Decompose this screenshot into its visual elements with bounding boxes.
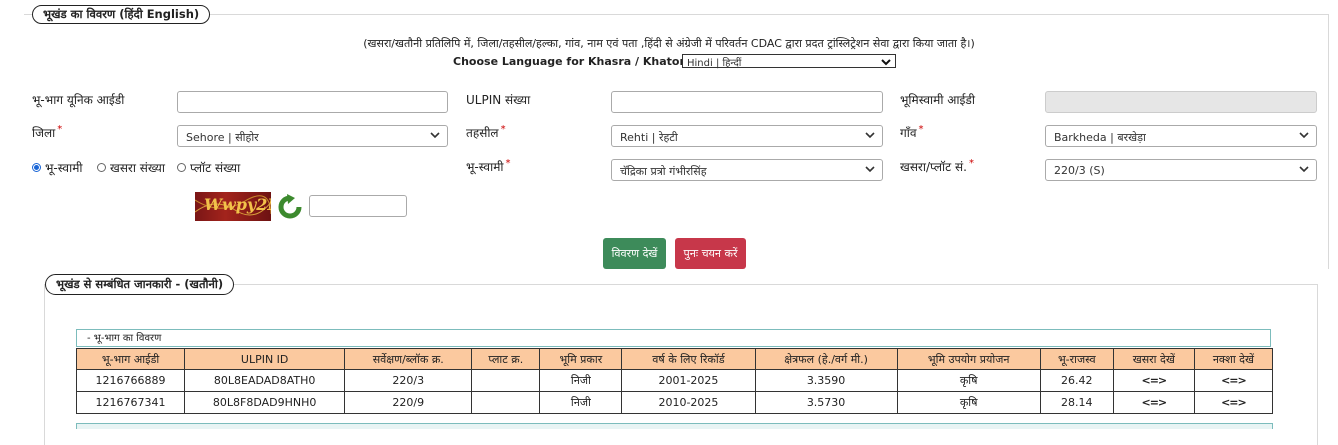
radio-dot[interactable] [32,163,41,172]
village-select[interactable]: Barkheda | बरखेड़ा [1045,125,1317,147]
cell-revenue: 28.14 [1039,391,1114,414]
cell-ulpin-id: 80L8F8DAD9HNH0 [184,391,346,414]
cell-plot-no [471,369,541,392]
cell-land-use: कृषि [896,391,1041,414]
cell-area: 3.3590 [754,369,898,392]
cell-revenue: 26.42 [1039,369,1114,392]
required-mark: * [57,124,63,135]
land-details-legend: भूखंड का विवरण (हिंदी English) [32,5,211,24]
captcha-image: Wwpy2N [195,192,271,221]
captcha-text: Wwpy2N [204,195,271,214]
cell-ulpin-id: 80L8EADAD8ATH0 [184,369,346,392]
cell-survey-no: 220/9 [344,391,473,414]
table-caption: - भू-भाग का विवरण [76,329,1271,347]
view-khasra-link[interactable]: <=> [1112,369,1195,392]
cell-record-year: 2001-2025 [621,369,756,392]
next-panel-edge [76,423,1273,429]
owner-label: भू-स्वामी * [466,158,511,174]
cell-land-id: 1216767341 [75,391,186,414]
owner-select[interactable]: चॅद्रिका प्रत्रो गंभीरसिंह [611,159,883,181]
radio-dot[interactable] [177,163,186,172]
cell-plot-no [471,391,541,414]
village-label: गाँव * [900,124,924,140]
col-land-type: भूमि प्रकार [539,348,623,370]
required-mark: * [918,124,924,135]
col-survey-no: सर्वेक्षण/ब्लॉक क्र. [344,348,473,370]
unique-id-input[interactable] [177,91,448,113]
cell-record-year: 2010-2025 [621,391,756,414]
district-select[interactable]: Sehore | सीहोर [177,125,448,147]
col-land-id: भू-भाग आईडी [75,348,186,370]
khatoni-legend: भूखंड से सम्बंधित जानकारी - (खतौनी) [45,274,235,295]
col-record-year: वर्ष के लिए रिकॉर्ड [621,348,756,370]
view-map-link[interactable]: <=> [1193,369,1274,392]
view-details-button[interactable]: विवरण देखें [603,238,666,269]
radio-plot[interactable]: प्लॉट संख्या [177,159,240,176]
required-mark: * [505,158,511,169]
chevron-down-icon [865,166,875,173]
table-header-row: भू-भाग आईडी ULPIN ID सर्वेक्षण/ब्लॉक क्र… [75,348,1274,370]
cell-survey-no: 220/3 [344,369,473,392]
cell-land-use: कृषि [896,369,1041,392]
required-mark: * [968,158,974,169]
language-select-value: Hindi | हिन्दीं [687,58,742,69]
ulpin-input[interactable] [611,91,883,113]
legend-title: भूखंड का विवरण (हिंदी [43,7,143,21]
district-label: जिला * [32,124,63,140]
village-value: Barkheda | बरखेड़ा [1054,131,1146,144]
district-value: Sehore | सीहोर [186,131,259,144]
khasra-select[interactable]: 220/3 (S) [1045,159,1317,181]
ulpin-label: ULPIN संख्या [466,93,531,107]
tehsil-select[interactable]: Rehti | रेहटी [611,125,883,147]
radio-plot-label: प्लॉट संख्या [190,161,241,175]
chevron-down-icon [430,132,440,139]
reset-selection-button[interactable]: पुनः चयन करें [675,238,746,269]
col-area: क्षेत्रफल (हे./वर्ग मी.) [754,348,898,370]
col-ulpin-id: ULPIN ID [184,348,346,370]
captcha-input[interactable] [309,195,407,217]
col-revenue: भू-राजस्व [1039,348,1114,370]
language-select[interactable]: Hindi | हिन्दीं [682,54,896,69]
col-land-use: भूमि उपयोग प्रयोजन [896,348,1041,370]
chevron-down-icon [865,132,875,139]
col-plot-no: प्लाट क्र. [471,348,541,370]
chevron-down-icon [1299,132,1309,139]
chevron-down-icon [1299,166,1309,173]
radio-owner[interactable]: भू-स्वामी [32,159,83,176]
table-row: 1216767341 80L8F8DAD9HNH0 220/9 निजी 201… [75,391,1274,414]
owner-id-input [1045,91,1317,113]
khasra-value: 220/3 (S) [1054,164,1105,177]
radio-khasra[interactable]: खसरा संख्या [97,159,165,176]
owner-id-label: भूमिस्वामी आईडी [900,93,975,107]
transliteration-note: (खसरा/खतौनी प्रतिलिपि में, जिला/तहसील/हल… [363,37,975,50]
tehsil-label: तहसील * [466,124,506,140]
col-view-map: नक्शा देखें [1193,348,1274,370]
view-map-link[interactable]: <=> [1193,391,1274,414]
khasra-label: खसरा/प्लॉट सं. * [900,158,974,174]
required-mark: * [500,124,506,135]
owner-value: चॅद्रिका प्रत्रो गंभीरसिंह [620,165,707,178]
cell-land-type: निजी [539,391,623,414]
table-row: 1216766889 80L8EADAD8ATH0 220/3 निजी 200… [75,369,1274,392]
cell-land-id: 1216766889 [75,369,186,392]
chevron-down-icon [881,59,891,66]
cell-land-type: निजी [539,369,623,392]
tehsil-value: Rehti | रेहटी [620,131,678,144]
view-khasra-link[interactable]: <=> [1112,391,1195,414]
refresh-icon[interactable] [277,194,303,220]
col-view-khasra: खसरा देखें [1112,348,1195,370]
radio-khasra-label: खसरा संख्या [110,161,165,175]
cell-area: 3.5730 [754,391,898,414]
land-records-table: भू-भाग आईडी ULPIN ID सर्वेक्षण/ब्लॉक क्र… [75,348,1274,414]
unique-id-label: भू-भाग यूनिक आईडी [32,93,125,107]
radio-owner-label: भू-स्वामी [45,161,83,175]
legend-english-link[interactable]: English) [147,7,199,21]
radio-dot[interactable] [97,163,106,172]
